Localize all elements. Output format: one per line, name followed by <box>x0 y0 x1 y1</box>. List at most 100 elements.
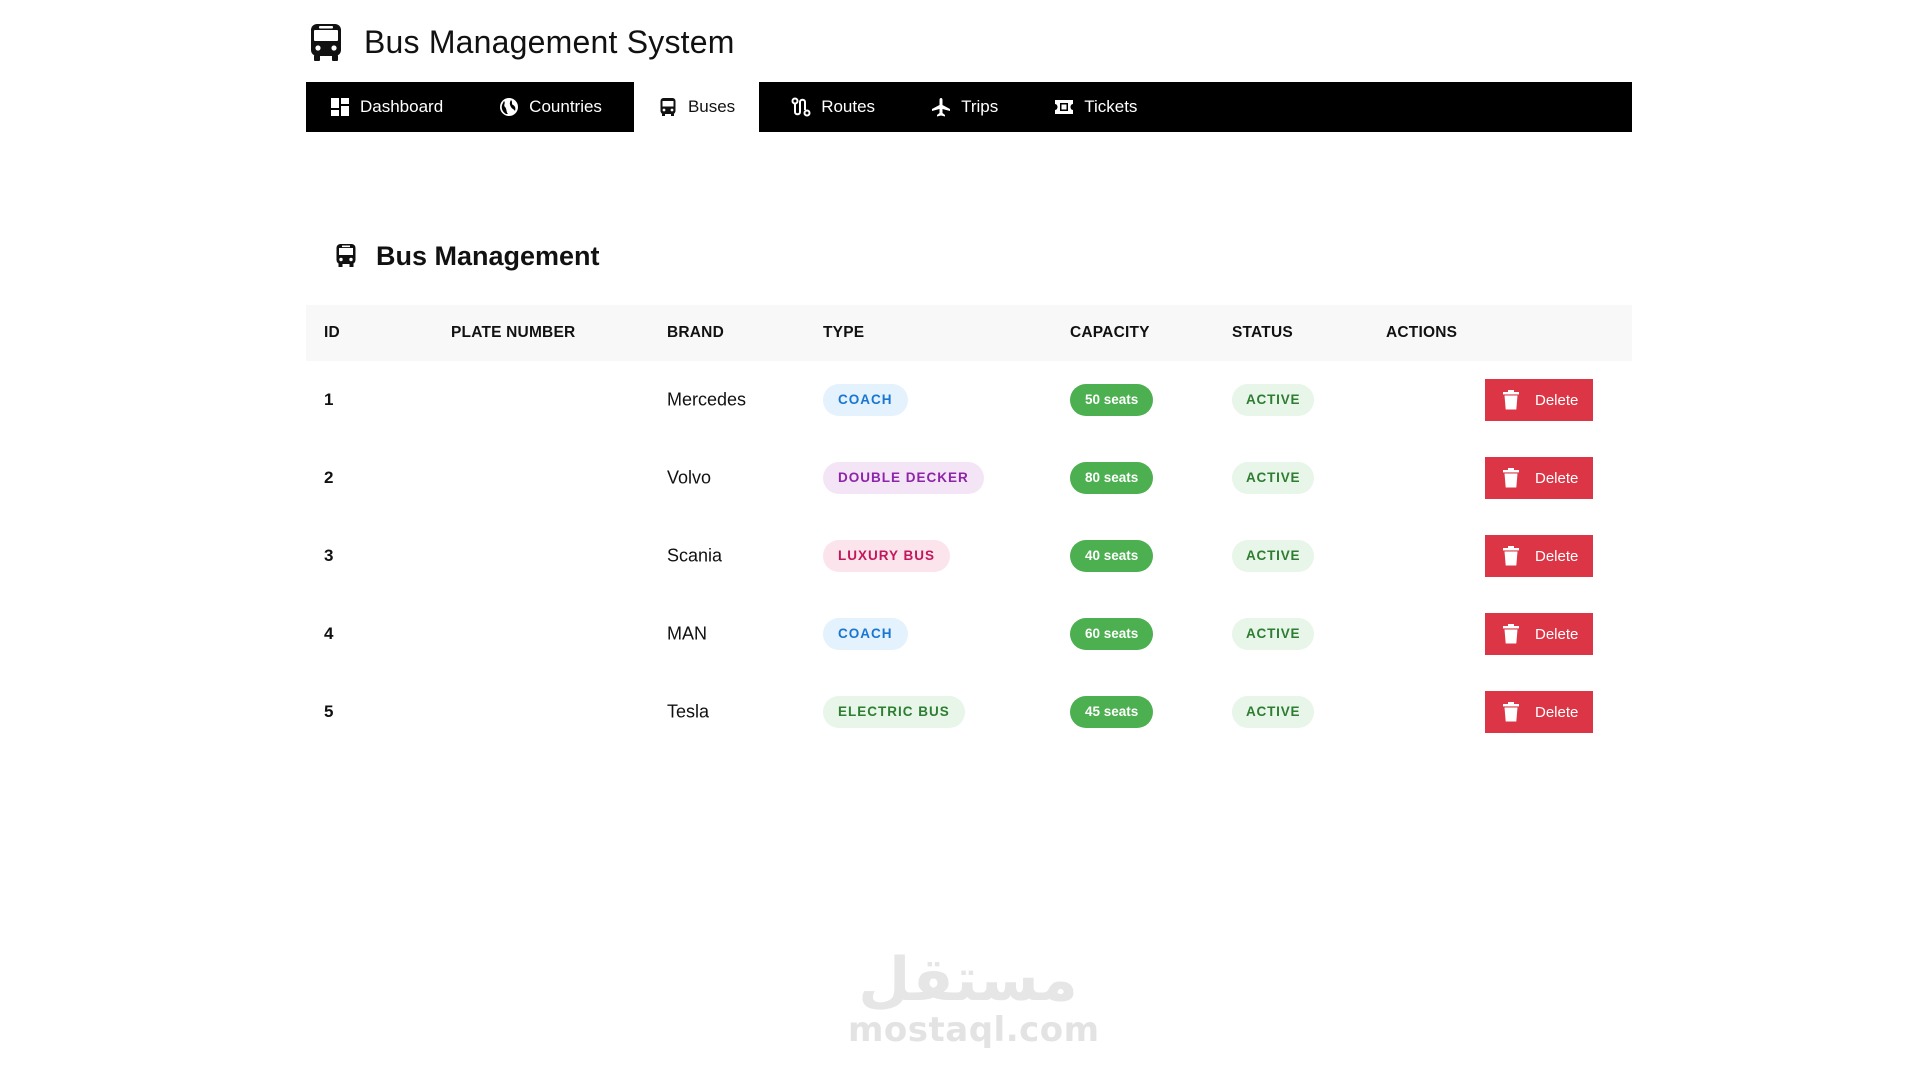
table-header: ID PLATE NUMBER BRAND TYPE CAPACITY STAT… <box>306 305 1632 361</box>
app-title: Bus Management System <box>364 23 735 60</box>
watermark-arabic: مستقل <box>858 945 1078 1015</box>
watermark: مستقل mostaql.com <box>848 945 1100 1050</box>
section-title: Bus Management <box>376 240 600 271</box>
delete-label: Delete <box>1535 547 1579 565</box>
cell-status: ACTIVE <box>1232 696 1315 728</box>
trash-icon <box>1503 546 1519 566</box>
status-badge: ACTIVE <box>1232 462 1315 494</box>
header-actions: ACTIONS <box>1386 324 1458 341</box>
trash-icon <box>1503 468 1519 488</box>
capacity-badge: 80 seats <box>1070 462 1154 494</box>
cell-status: ACTIVE <box>1232 540 1315 572</box>
header-status[interactable]: STATUS <box>1232 324 1293 342</box>
tab-countries[interactable]: Countries <box>475 82 626 132</box>
table-row: 2 Volvo DOUBLE DECKER 80 seats ACTIVE Delete <box>306 439 1632 517</box>
tab-routes[interactable]: Routes <box>767 82 900 132</box>
delete-button[interactable]: Delete <box>1485 379 1593 421</box>
tab-trips[interactable]: Trips <box>907 82 1023 132</box>
cell-status: ACTIVE <box>1232 462 1315 494</box>
tab-label: Buses <box>687 97 736 116</box>
status-badge: ACTIVE <box>1232 618 1315 650</box>
cell-type: DOUBLE DECKER <box>823 462 984 494</box>
tab-tickets[interactable]: Tickets <box>1030 82 1162 132</box>
type-badge: COACH <box>823 618 908 650</box>
cell-actions: Delete <box>1485 613 1593 655</box>
tab-label: Dashboard <box>360 97 444 116</box>
globe-icon <box>499 97 519 117</box>
cell-type: COACH <box>823 384 908 416</box>
delete-label: Delete <box>1535 469 1579 487</box>
cell-brand: Tesla <box>667 701 710 722</box>
table-row: 3 Scania LUXURY BUS 40 seats ACTIVE Delete <box>306 517 1632 595</box>
tab-label: Routes <box>821 97 876 116</box>
cell-type: COACH <box>823 618 908 650</box>
cell-actions: Delete <box>1485 379 1593 421</box>
delete-button[interactable]: Delete <box>1485 613 1593 655</box>
cell-actions: Delete <box>1485 535 1593 577</box>
type-badge: LUXURY BUS <box>823 540 951 572</box>
tab-buses[interactable]: Buses <box>633 82 760 132</box>
cell-status: ACTIVE <box>1232 618 1315 650</box>
cell-id: 5 <box>324 702 334 721</box>
type-badge: DOUBLE DECKER <box>823 462 984 494</box>
delete-label: Delete <box>1535 391 1579 409</box>
capacity-badge: 50 seats <box>1070 384 1154 416</box>
cell-brand: Volvo <box>667 467 712 488</box>
tab-label: Tickets <box>1084 97 1138 116</box>
header-brand[interactable]: BRAND <box>667 324 724 342</box>
type-badge: COACH <box>823 384 908 416</box>
header-id[interactable]: ID <box>324 324 340 342</box>
capacity-badge: 45 seats <box>1070 696 1154 728</box>
cell-brand: Scania <box>667 545 723 566</box>
cell-actions: Delete <box>1485 457 1593 499</box>
cell-brand: Mercedes <box>667 389 747 410</box>
header-type[interactable]: TYPE <box>823 324 864 342</box>
ticket-icon <box>1054 97 1074 117</box>
table-row: 1 Mercedes COACH 50 seats ACTIVE Delete <box>306 361 1632 439</box>
trash-icon <box>1503 390 1519 410</box>
cell-type: LUXURY BUS <box>823 540 951 572</box>
table-row: 4 MAN COACH 60 seats ACTIVE Delete <box>306 595 1632 673</box>
route-icon <box>791 97 811 117</box>
delete-label: Delete <box>1535 625 1579 643</box>
main-nav: Dashboard Countries Buses Routes Trips T… <box>306 82 1632 132</box>
cell-capacity: 40 seats <box>1070 540 1154 572</box>
cell-capacity: 45 seats <box>1070 696 1154 728</box>
cell-type: ELECTRIC BUS <box>823 696 965 728</box>
buses-table: ID PLATE NUMBER BRAND TYPE CAPACITY STAT… <box>306 305 1632 751</box>
cell-status: ACTIVE <box>1232 384 1315 416</box>
section-header: Bus Management <box>336 237 600 275</box>
header-capacity[interactable]: CAPACITY <box>1070 324 1150 342</box>
app-header: Bus Management System <box>310 20 735 64</box>
delete-button[interactable]: Delete <box>1485 535 1593 577</box>
cell-id: 2 <box>324 468 334 487</box>
capacity-badge: 60 seats <box>1070 618 1154 650</box>
cell-id: 3 <box>324 546 334 565</box>
table-row: 5 Tesla ELECTRIC BUS 45 seats ACTIVE Delete <box>306 673 1632 751</box>
cell-brand: MAN <box>667 623 707 644</box>
delete-label: Delete <box>1535 703 1579 721</box>
bus-icon <box>310 22 342 62</box>
watermark-latin: mostaql.com <box>848 1010 1100 1050</box>
tab-dashboard[interactable]: Dashboard <box>306 82 468 132</box>
trash-icon <box>1503 702 1519 722</box>
tab-label: Trips <box>961 97 999 116</box>
table-body: 1 Mercedes COACH 50 seats ACTIVE Delete 2 Volvo… <box>306 361 1632 751</box>
cell-id: 1 <box>324 390 334 409</box>
type-badge: ELECTRIC BUS <box>823 696 965 728</box>
header-plate-number[interactable]: PLATE NUMBER <box>451 324 575 342</box>
plane-icon <box>931 97 951 117</box>
dashboard-icon <box>330 97 350 117</box>
delete-button[interactable]: Delete <box>1485 457 1593 499</box>
capacity-badge: 40 seats <box>1070 540 1154 572</box>
trash-icon <box>1503 624 1519 644</box>
cell-capacity: 50 seats <box>1070 384 1154 416</box>
cell-capacity: 80 seats <box>1070 462 1154 494</box>
cell-actions: Delete <box>1485 691 1593 733</box>
cell-id: 4 <box>324 624 334 643</box>
bus-icon <box>658 97 678 117</box>
delete-button[interactable]: Delete <box>1485 691 1593 733</box>
cell-capacity: 60 seats <box>1070 618 1154 650</box>
bus-icon <box>336 243 358 269</box>
status-badge: ACTIVE <box>1232 384 1315 416</box>
